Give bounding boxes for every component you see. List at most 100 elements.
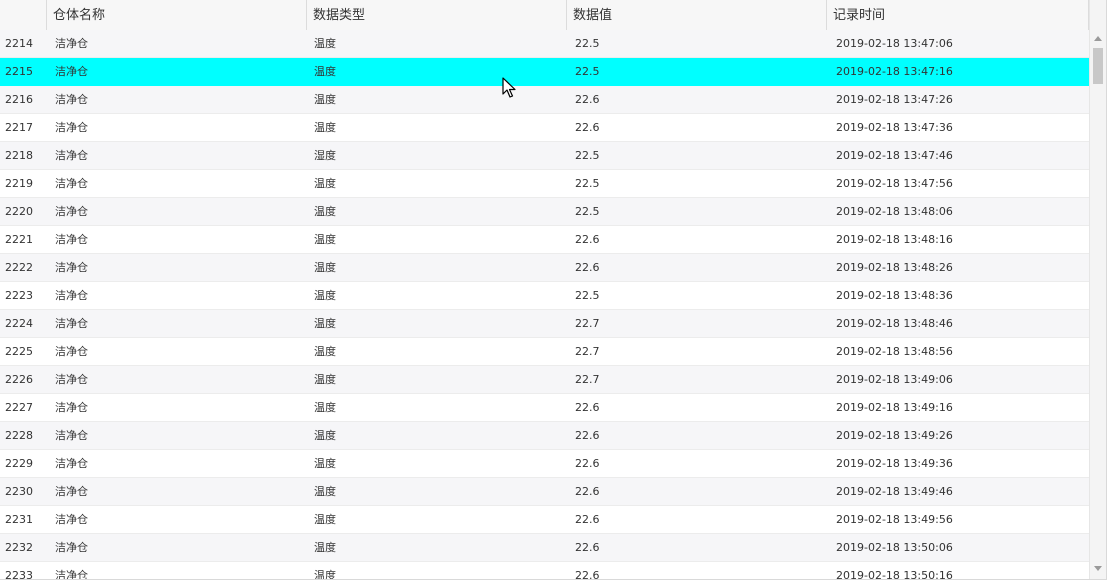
data-grid[interactable]: 仓体名称 数据类型 数据值 记录时间 2214 洁净仓 温度 22.5 2019-02-… (0, 0, 1107, 580)
row-number-cell[interactable]: 2216 (0, 86, 47, 113)
row-number-cell[interactable]: 2227 (0, 394, 47, 421)
table-row[interactable]: 2214 洁净仓 温度 22.5 2019-02-18 13:47:06 (0, 30, 1089, 58)
column-header-data-type[interactable]: 数据类型 (307, 0, 567, 30)
table-row[interactable]: 2231 洁净仓 温度 22.6 2019-02-18 13:49:56 (0, 506, 1089, 534)
data-type-cell[interactable]: 温度 (307, 450, 567, 477)
record-time-cell[interactable]: 2019-02-18 13:49:26 (827, 422, 1089, 449)
warehouse-name-cell[interactable]: 洁净仓 (47, 30, 307, 57)
data-type-cell[interactable]: 湿度 (307, 142, 567, 169)
table-row[interactable]: 2227 洁净仓 温度 22.6 2019-02-18 13:49:16 (0, 394, 1089, 422)
data-type-cell[interactable]: 温度 (307, 30, 567, 57)
data-value-cell[interactable]: 22.6 (567, 114, 827, 141)
row-number-cell[interactable]: 2217 (0, 114, 47, 141)
record-time-cell[interactable]: 2019-02-18 13:49:36 (827, 450, 1089, 477)
record-time-cell[interactable]: 2019-02-18 13:48:26 (827, 254, 1089, 281)
table-row[interactable]: 2229 洁净仓 温度 22.6 2019-02-18 13:49:36 (0, 450, 1089, 478)
warehouse-name-cell[interactable]: 洁净仓 (47, 170, 307, 197)
data-type-cell[interactable]: 温度 (307, 310, 567, 337)
warehouse-name-cell[interactable]: 洁净仓 (47, 58, 307, 85)
column-header-row-number[interactable] (0, 0, 47, 30)
record-time-cell[interactable]: 2019-02-18 13:50:06 (827, 534, 1089, 561)
warehouse-name-cell[interactable]: 洁净仓 (47, 86, 307, 113)
scroll-up-arrow-icon[interactable] (1094, 36, 1102, 41)
data-value-cell[interactable]: 22.5 (567, 198, 827, 225)
table-row[interactable]: 2218 洁净仓 湿度 22.5 2019-02-18 13:47:46 (0, 142, 1089, 170)
record-time-cell[interactable]: 2019-02-18 13:49:16 (827, 394, 1089, 421)
record-time-cell[interactable]: 2019-02-18 13:47:06 (827, 30, 1089, 57)
row-number-cell[interactable]: 2230 (0, 478, 47, 505)
record-time-cell[interactable]: 2019-02-18 13:48:56 (827, 338, 1089, 365)
record-time-cell[interactable]: 2019-02-18 13:49:06 (827, 366, 1089, 393)
table-row[interactable]: 2219 洁净仓 温度 22.5 2019-02-18 13:47:56 (0, 170, 1089, 198)
table-row[interactable]: 2223 洁净仓 温度 22.5 2019-02-18 13:48:36 (0, 282, 1089, 310)
table-row[interactable]: 2215 洁净仓 温度 22.5 2019-02-18 13:47:16 (0, 58, 1089, 86)
warehouse-name-cell[interactable]: 洁净仓 (47, 226, 307, 253)
warehouse-name-cell[interactable]: 洁净仓 (47, 450, 307, 477)
record-time-cell[interactable]: 2019-02-18 13:49:46 (827, 478, 1089, 505)
row-number-cell[interactable]: 2222 (0, 254, 47, 281)
scroll-down-arrow-icon[interactable] (1094, 566, 1102, 571)
data-type-cell[interactable]: 温度 (307, 58, 567, 85)
data-value-cell[interactable]: 22.7 (567, 310, 827, 337)
table-row[interactable]: 2224 洁净仓 温度 22.7 2019-02-18 13:48:46 (0, 310, 1089, 338)
row-number-cell[interactable]: 2214 (0, 30, 47, 57)
table-row[interactable]: 2228 洁净仓 温度 22.6 2019-02-18 13:49:26 (0, 422, 1089, 450)
row-number-cell[interactable]: 2220 (0, 198, 47, 225)
table-row[interactable]: 2232 洁净仓 温度 22.6 2019-02-18 13:50:06 (0, 534, 1089, 562)
row-number-cell[interactable]: 2219 (0, 170, 47, 197)
data-type-cell[interactable]: 温度 (307, 506, 567, 533)
data-type-cell[interactable]: 温度 (307, 394, 567, 421)
table-row[interactable]: 2230 洁净仓 温度 22.6 2019-02-18 13:49:46 (0, 478, 1089, 506)
warehouse-name-cell[interactable]: 洁净仓 (47, 198, 307, 225)
data-value-cell[interactable]: 22.5 (567, 282, 827, 309)
table-row[interactable]: 2233 洁净仓 温度 22.6 2019-02-18 13:50:16 (0, 562, 1089, 579)
data-type-cell[interactable]: 温度 (307, 198, 567, 225)
data-type-cell[interactable]: 温度 (307, 86, 567, 113)
record-time-cell[interactable]: 2019-02-18 13:47:26 (827, 86, 1089, 113)
column-header-record-time[interactable]: 记录时间 (827, 0, 1089, 30)
record-time-cell[interactable]: 2019-02-18 13:47:36 (827, 114, 1089, 141)
row-number-cell[interactable]: 2225 (0, 338, 47, 365)
warehouse-name-cell[interactable]: 洁净仓 (47, 310, 307, 337)
record-time-cell[interactable]: 2019-02-18 13:48:46 (827, 310, 1089, 337)
vertical-scrollbar[interactable] (1089, 0, 1106, 579)
record-time-cell[interactable]: 2019-02-18 13:48:06 (827, 198, 1089, 225)
data-value-cell[interactable]: 22.6 (567, 254, 827, 281)
record-time-cell[interactable]: 2019-02-18 13:48:16 (827, 226, 1089, 253)
data-type-cell[interactable]: 温度 (307, 534, 567, 561)
warehouse-name-cell[interactable]: 洁净仓 (47, 562, 307, 579)
data-value-cell[interactable]: 22.5 (567, 30, 827, 57)
data-type-cell[interactable]: 温度 (307, 114, 567, 141)
data-value-cell[interactable]: 22.6 (567, 506, 827, 533)
row-number-cell[interactable]: 2232 (0, 534, 47, 561)
row-number-cell[interactable]: 2218 (0, 142, 47, 169)
data-value-cell[interactable]: 22.5 (567, 142, 827, 169)
row-number-cell[interactable]: 2221 (0, 226, 47, 253)
data-value-cell[interactable]: 22.6 (567, 226, 827, 253)
record-time-cell[interactable]: 2019-02-18 13:47:16 (827, 58, 1089, 85)
table-row[interactable]: 2217 洁净仓 温度 22.6 2019-02-18 13:47:36 (0, 114, 1089, 142)
data-value-cell[interactable]: 22.6 (567, 422, 827, 449)
record-time-cell[interactable]: 2019-02-18 13:47:46 (827, 142, 1089, 169)
record-time-cell[interactable]: 2019-02-18 13:49:56 (827, 506, 1089, 533)
data-value-cell[interactable]: 22.7 (567, 338, 827, 365)
table-row[interactable]: 2226 洁净仓 温度 22.7 2019-02-18 13:49:06 (0, 366, 1089, 394)
data-value-cell[interactable]: 22.6 (567, 562, 827, 579)
column-header-data-value[interactable]: 数据值 (567, 0, 827, 30)
warehouse-name-cell[interactable]: 洁净仓 (47, 114, 307, 141)
data-value-cell[interactable]: 22.5 (567, 58, 827, 85)
warehouse-name-cell[interactable]: 洁净仓 (47, 142, 307, 169)
record-time-cell[interactable]: 2019-02-18 13:50:16 (827, 562, 1089, 579)
warehouse-name-cell[interactable]: 洁净仓 (47, 394, 307, 421)
warehouse-name-cell[interactable]: 洁净仓 (47, 478, 307, 505)
data-value-cell[interactable]: 22.6 (567, 394, 827, 421)
warehouse-name-cell[interactable]: 洁净仓 (47, 366, 307, 393)
row-number-cell[interactable]: 2233 (0, 562, 47, 579)
table-row[interactable]: 2216 洁净仓 温度 22.6 2019-02-18 13:47:26 (0, 86, 1089, 114)
data-value-cell[interactable]: 22.7 (567, 366, 827, 393)
row-number-cell[interactable]: 2231 (0, 506, 47, 533)
data-value-cell[interactable]: 22.5 (567, 170, 827, 197)
warehouse-name-cell[interactable]: 洁净仓 (47, 422, 307, 449)
row-number-cell[interactable]: 2228 (0, 422, 47, 449)
data-value-cell[interactable]: 22.6 (567, 534, 827, 561)
